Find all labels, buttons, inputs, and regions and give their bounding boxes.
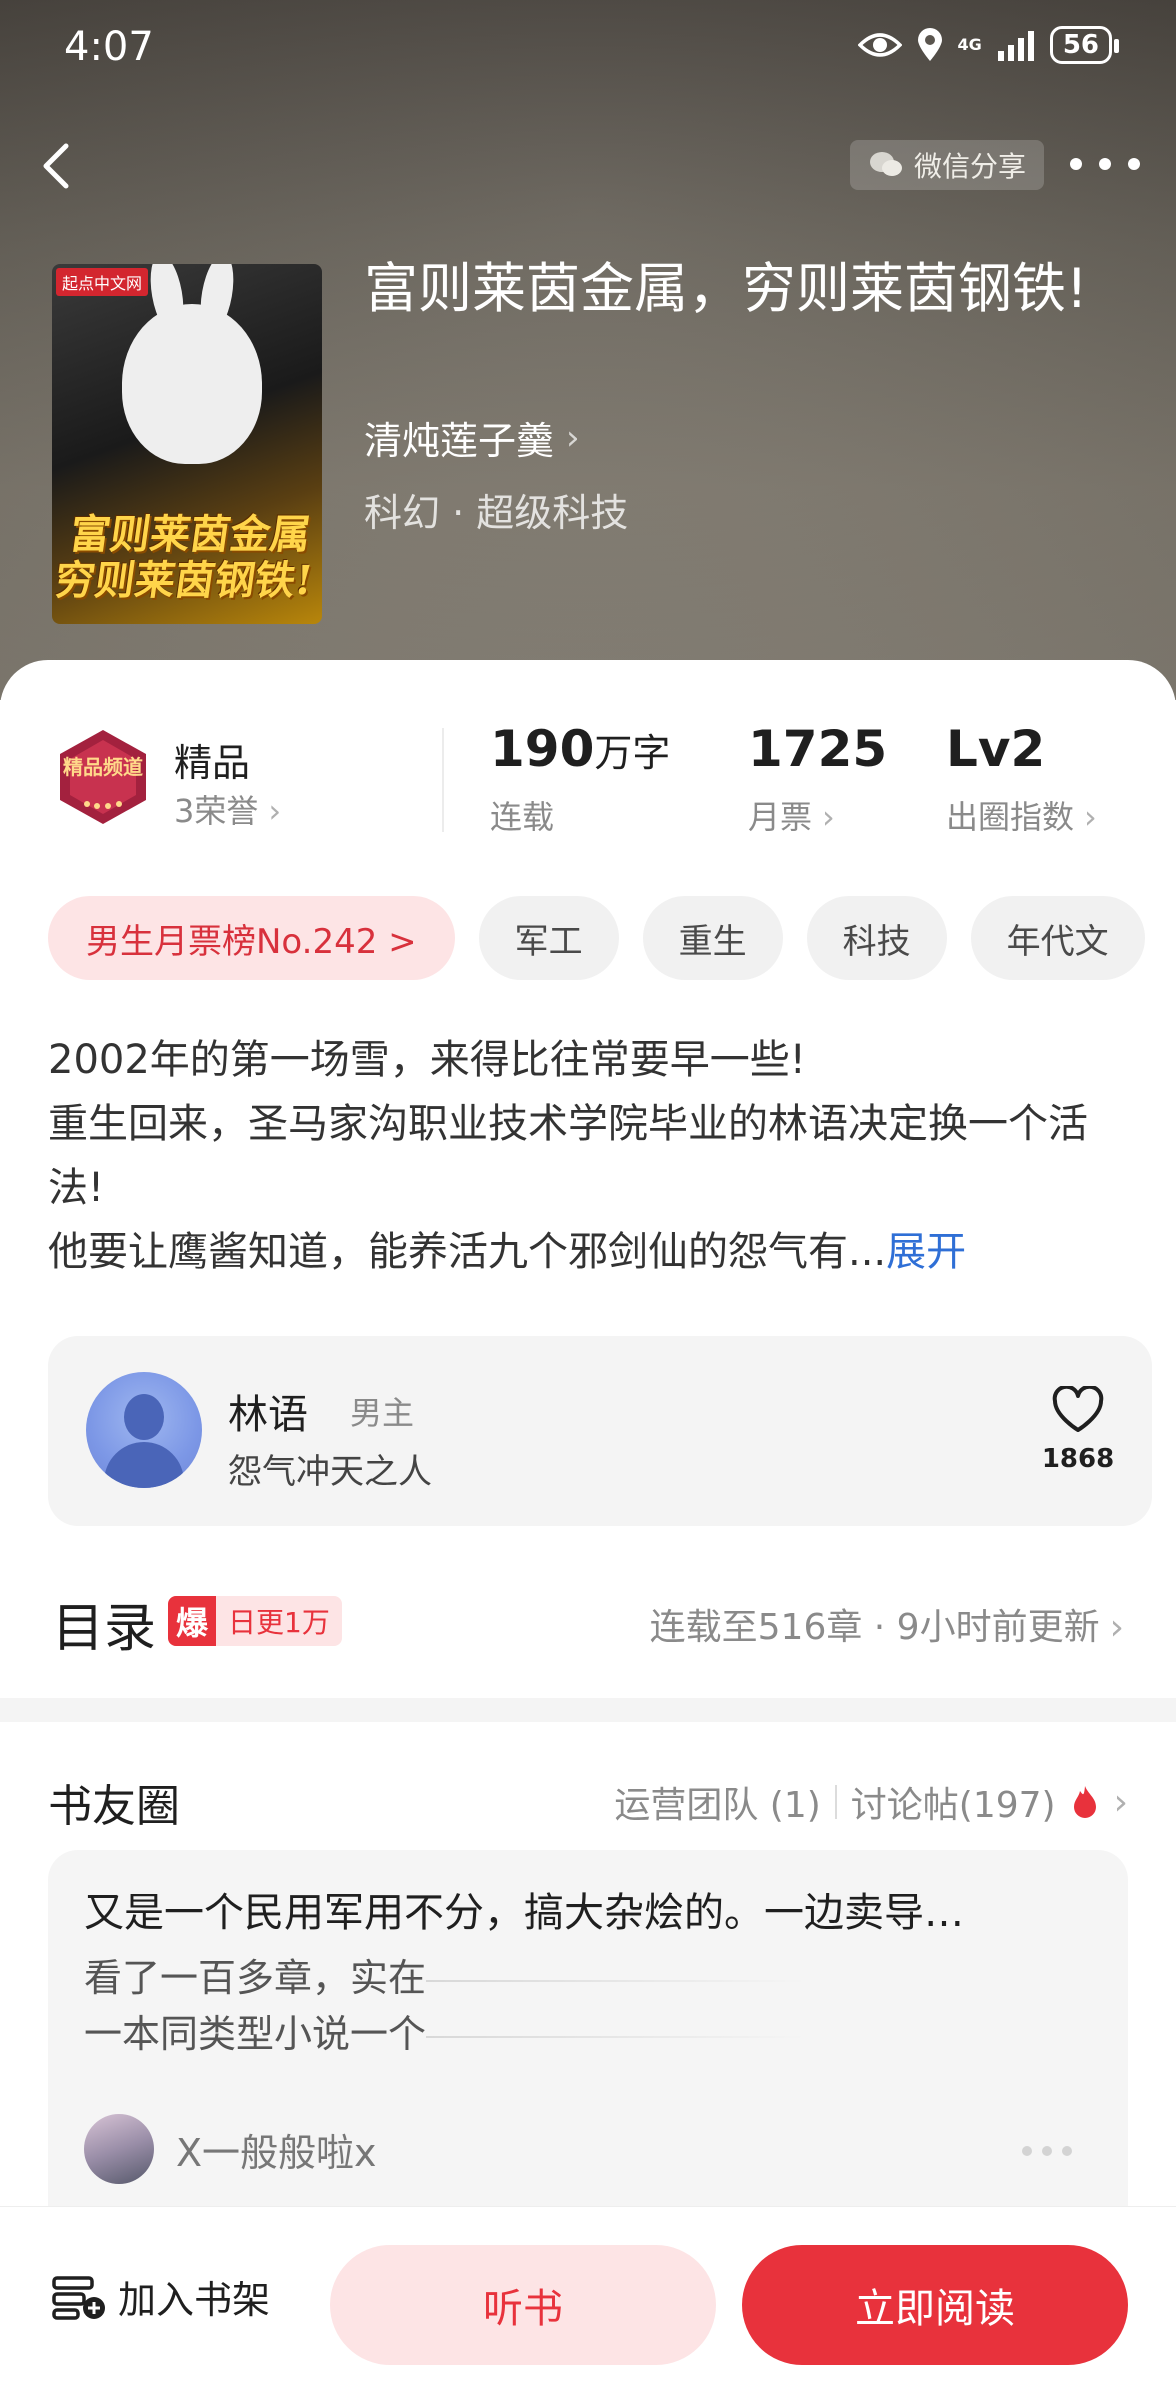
badge-art-text: 精品频道 bbox=[63, 755, 143, 779]
like-count: 1868 bbox=[1041, 1444, 1115, 1474]
serial-status: 连载 bbox=[490, 798, 555, 836]
ops-team-link[interactable]: 运营团队 (1) bbox=[614, 1776, 820, 1828]
word-count-value: 190 bbox=[490, 720, 595, 778]
reader-circle-title: 书友圈 bbox=[48, 1781, 180, 1832]
description-line: 他要让鹰酱知道，能养活九个邪剑仙的怨气有... bbox=[48, 1229, 887, 1275]
monthly-tickets-stat[interactable]: 1725 月票 › bbox=[748, 720, 887, 838]
battery-icon: 56 bbox=[1049, 26, 1120, 64]
character-card[interactable]: 林语 男主 怨气冲天之人 1868 bbox=[48, 1336, 1152, 1526]
update-badge: 爆 日更1万 bbox=[168, 1596, 342, 1646]
badge-honors-link[interactable]: 3荣誉 › bbox=[174, 786, 281, 832]
character-avatar bbox=[86, 1372, 202, 1488]
tag-list: 男生月票榜No.242 > 军工 重生 科技 年代文 bbox=[48, 896, 1176, 980]
toc-title: 目录 bbox=[52, 1599, 157, 1659]
chevron-right-icon: › bbox=[1109, 1607, 1124, 1648]
fire-icon bbox=[1073, 1786, 1096, 1818]
more-dot bbox=[1128, 158, 1140, 170]
hot-icon: 爆 bbox=[168, 1596, 216, 1646]
post-line: 一本同类型小说一个 bbox=[84, 2012, 427, 2056]
book-cover[interactable]: 起点中文网 富则莱茵金属 穷则莱茵钢铁! bbox=[52, 264, 322, 624]
add-to-shelf-button[interactable]: 加入书架 bbox=[50, 2269, 270, 2324]
author-link[interactable]: 清炖莲子羹 › bbox=[364, 410, 580, 465]
divider bbox=[442, 728, 444, 832]
toc-update-info: 连载至516章 · 9小时前更新 bbox=[649, 1607, 1100, 1648]
ranking-tag[interactable]: 男生月票榜No.242 > bbox=[48, 896, 455, 980]
back-arrow-icon bbox=[43, 143, 69, 189]
add-to-shelf-label: 加入书架 bbox=[118, 2278, 271, 2322]
character-role: 男主 bbox=[350, 1394, 415, 1432]
post-body: 看了一百多章，实在 一本同类型小说一个 bbox=[84, 1950, 984, 2062]
wechat-icon bbox=[869, 152, 902, 176]
expand-link[interactable]: 展开 bbox=[886, 1229, 966, 1275]
tag-technology[interactable]: 科技 bbox=[806, 896, 947, 980]
chevron-right-icon: › bbox=[566, 417, 580, 458]
tag-military[interactable]: 军工 bbox=[478, 896, 619, 980]
status-icons: 4G 56 bbox=[857, 26, 1120, 64]
badge-title: 精品 bbox=[174, 741, 251, 785]
cover-character-art bbox=[122, 304, 262, 464]
network-label: 4G bbox=[957, 35, 982, 54]
bookshelf-add-icon bbox=[52, 2275, 105, 2320]
popularity-level: Lv2 bbox=[946, 720, 1046, 778]
eye-icon bbox=[857, 30, 902, 60]
chevron-right-icon: › bbox=[822, 798, 835, 836]
signal-bars-icon bbox=[996, 29, 1036, 61]
tag-rebirth[interactable]: 重生 bbox=[642, 896, 783, 980]
book-description[interactable]: 2002年的第一场雪，来得比往常要早一些! 重生回来，圣马家沟职业技术学院毕业的… bbox=[48, 1028, 1138, 1284]
discussion-post-card[interactable]: 又是一个民用军用不分，搞大杂烩的。一边卖导… 看了一百多章，实在 一本同类型小说… bbox=[48, 1850, 1128, 2250]
author-name: 清炖莲子羹 bbox=[364, 419, 555, 463]
description-line: 重生回来，圣马家沟职业技术学院毕业的林语决定换一个活法! bbox=[48, 1101, 1088, 1211]
monthly-tickets-value: 1725 bbox=[748, 720, 888, 778]
top-nav: 微信分享 bbox=[0, 130, 1176, 210]
table-of-contents-row[interactable]: 目录 爆 日更1万 连载至516章 · 9小时前更新 › bbox=[0, 1564, 1176, 1674]
badge-honors: 3荣誉 bbox=[174, 792, 259, 830]
back-button[interactable] bbox=[28, 136, 88, 196]
avatar bbox=[84, 2114, 154, 2184]
section-divider bbox=[0, 1698, 1176, 1722]
word-count-unit: 万字 bbox=[594, 731, 671, 775]
reader-circle-header: 书友圈 运营团队 (1) 讨论帖(197) › bbox=[0, 1770, 1176, 1850]
update-badge-text: 日更1万 bbox=[228, 1606, 330, 1639]
post-author[interactable]: X一般般啦x bbox=[84, 2114, 377, 2184]
character-name: 林语 bbox=[228, 1392, 308, 1438]
post-line: 看了一百多章，实在 bbox=[84, 1956, 427, 2000]
book-detail-sheet: 精品频道 精品 3荣誉 › 190万字 连载 1725 月票 › Lv2 出圈指数 ›… bbox=[0, 660, 1176, 2400]
share-label: 微信分享 bbox=[913, 150, 1026, 183]
character-desc: 怨气冲天之人 bbox=[228, 1452, 432, 1492]
book-genre: 科幻 · 超级科技 bbox=[364, 491, 629, 535]
status-bar: 4:07 4G 56 bbox=[0, 0, 1176, 100]
location-icon bbox=[916, 27, 944, 63]
post-title: 又是一个民用军用不分，搞大杂烩的。一边卖导… bbox=[84, 1890, 964, 1936]
wechat-share-button[interactable]: 微信分享 bbox=[849, 140, 1044, 190]
popularity-label: 出圈指数 bbox=[946, 798, 1075, 836]
description-line: 2002年的第一场雪，来得比往常要早一些! bbox=[48, 1037, 806, 1083]
bottom-action-bar: 加入书架 听书 立即阅读 bbox=[0, 2206, 1176, 2400]
cover-title-art: 富则莱茵金属 穷则莱茵钢铁! bbox=[52, 511, 316, 604]
carousel-dots bbox=[1022, 2146, 1072, 2156]
cover-publisher-logo: 起点中文网 bbox=[56, 268, 149, 296]
chevron-right-icon: › bbox=[268, 792, 282, 830]
premium-badge-icon[interactable]: 精品频道 bbox=[52, 726, 154, 828]
signal-icon: 4G bbox=[958, 37, 982, 53]
more-dot bbox=[1099, 158, 1111, 170]
chevron-right-icon: › bbox=[1084, 798, 1097, 836]
status-time: 4:07 bbox=[64, 24, 154, 70]
more-dot bbox=[1070, 158, 1082, 170]
reader-circle-meta[interactable]: 运营团队 (1) 讨论帖(197) › bbox=[614, 1776, 1128, 1828]
tag-era[interactable]: 年代文 bbox=[970, 896, 1145, 980]
post-username: X一般般啦x bbox=[176, 2130, 377, 2175]
discussion-count[interactable]: 讨论帖(197) bbox=[851, 1776, 1056, 1828]
word-count-stat: 190万字 连载 bbox=[490, 720, 670, 838]
divider bbox=[834, 1785, 837, 1819]
listen-button[interactable]: 听书 bbox=[330, 2245, 716, 2365]
read-now-button[interactable]: 立即阅读 bbox=[742, 2245, 1128, 2365]
popularity-index-stat[interactable]: Lv2 出圈指数 › bbox=[946, 720, 1097, 838]
book-title: 富则莱茵金属，穷则莱茵钢铁! bbox=[364, 257, 1088, 320]
monthly-tickets-label: 月票 bbox=[748, 798, 813, 836]
heart-icon bbox=[1052, 1384, 1104, 1432]
character-like-button[interactable]: 1868 bbox=[1038, 1384, 1118, 1474]
chevron-right-icon: › bbox=[1113, 1781, 1128, 1823]
more-button[interactable] bbox=[1070, 144, 1140, 184]
